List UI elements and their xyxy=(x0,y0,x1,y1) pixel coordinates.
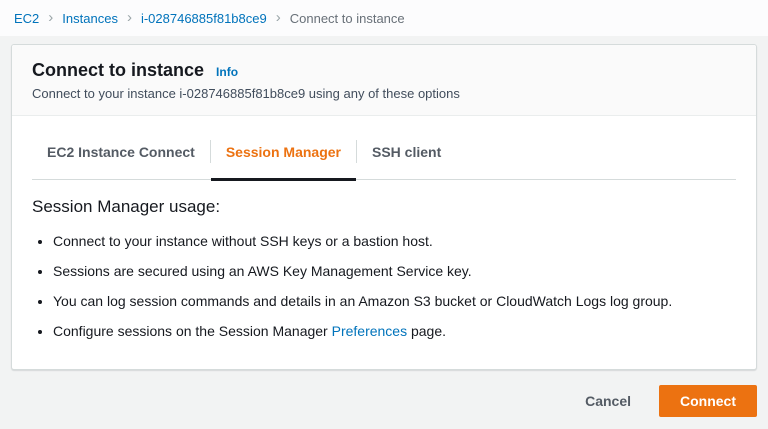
breadcrumb-current-page: Connect to instance xyxy=(290,11,405,26)
info-link[interactable]: Info xyxy=(216,65,238,79)
tab-ec2-instance-connect[interactable]: EC2 Instance Connect xyxy=(32,134,210,179)
session-manager-tab-content: Session Manager usage: Connect to your i… xyxy=(12,180,756,369)
cancel-button[interactable]: Cancel xyxy=(571,387,645,415)
page-title: Connect to instance xyxy=(32,60,204,81)
breadcrumb-link-ec2[interactable]: EC2 xyxy=(14,11,39,26)
usage-list: Connect to your instance without SSH key… xyxy=(32,234,736,339)
list-item: Configure sessions on the Session Manage… xyxy=(53,324,736,339)
breadcrumb-link-instances[interactable]: Instances xyxy=(62,11,118,26)
breadcrumb-link-instance-id[interactable]: i-028746885f81b8ce9 xyxy=(141,11,267,26)
chevron-right-icon: › xyxy=(276,10,281,25)
connect-options-tabs: EC2 Instance Connect Session Manager SSH… xyxy=(32,134,736,180)
footer-actions: Cancel Connect xyxy=(11,385,757,417)
panel-title-row: Connect to instance Info xyxy=(32,60,736,81)
connect-button[interactable]: Connect xyxy=(659,385,757,417)
connect-to-instance-panel: Connect to instance Info Connect to your… xyxy=(11,44,757,370)
bullet-text-before: Configure sessions on the Session Manage… xyxy=(53,323,332,339)
tab-session-manager[interactable]: Session Manager xyxy=(211,134,356,179)
usage-heading: Session Manager usage: xyxy=(32,196,736,218)
panel-header: Connect to instance Info Connect to your… xyxy=(12,45,756,116)
bullet-text-after: page. xyxy=(407,323,446,339)
list-item: Sessions are secured using an AWS Key Ma… xyxy=(53,264,736,279)
breadcrumb: EC2 › Instances › i-028746885f81b8ce9 › … xyxy=(0,0,768,36)
preferences-link[interactable]: Preferences xyxy=(332,323,407,339)
tab-ssh-client[interactable]: SSH client xyxy=(357,134,456,179)
panel-subtitle: Connect to your instance i-028746885f81b… xyxy=(32,86,736,101)
chevron-right-icon: › xyxy=(48,10,53,25)
list-item: You can log session commands and details… xyxy=(53,294,736,309)
chevron-right-icon: › xyxy=(127,10,132,25)
list-item: Connect to your instance without SSH key… xyxy=(53,234,736,249)
